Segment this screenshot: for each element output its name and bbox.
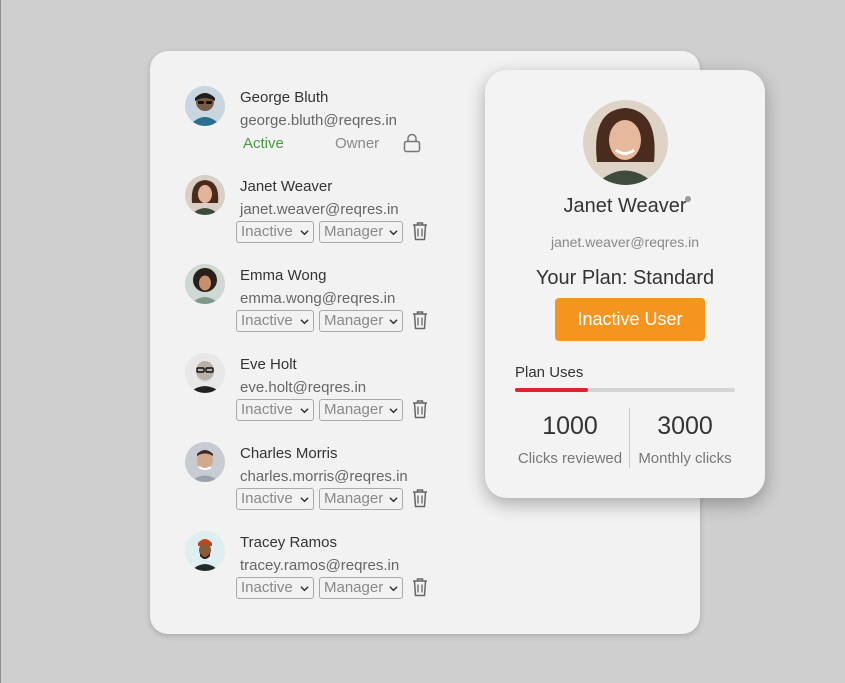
user-row: Tracey Ramos tracey.ramos@reqres.in Inac… (185, 531, 485, 611)
role-select[interactable]: Manager (319, 577, 403, 599)
status-select[interactable]: Inactive (236, 221, 314, 243)
chevron-down-icon (300, 230, 309, 236)
plan-uses-label: Plan Uses (515, 364, 584, 381)
chevron-down-icon (300, 319, 309, 325)
user-email: tracey.ramos@reqres.in (240, 557, 400, 574)
user-email: janet.weaver@reqres.in (240, 201, 399, 218)
user-name: Tracey Ramos (240, 534, 337, 551)
monthly-clicks-label: Monthly clicks (638, 450, 732, 467)
user-row: Charles Morris charles.morris@reqres.in … (185, 442, 485, 522)
role-select[interactable]: Manager (319, 488, 403, 510)
online-status-dot (685, 196, 691, 202)
role-select[interactable]: Manager (319, 399, 403, 421)
role-select[interactable]: Manager (319, 221, 403, 243)
user-email: eve.holt@reqres.in (240, 379, 367, 396)
chevron-down-icon (389, 230, 398, 236)
user-email: charles.morris@reqres.in (240, 468, 408, 485)
plan-uses-progress-fill (515, 388, 588, 392)
status-select[interactable]: Inactive (236, 399, 314, 421)
user-email: george.bluth@reqres.in (240, 112, 397, 129)
user-row: Eve Holt eve.holt@reqres.in Inactive Man… (185, 353, 485, 433)
trash-icon[interactable] (411, 488, 429, 508)
avatar[interactable] (185, 442, 225, 482)
profile-avatar (583, 100, 668, 185)
user-name: Janet Weaver (240, 178, 333, 195)
user-row: George Bluth george.bluth@reqres.in Acti… (185, 86, 485, 166)
profile-email: janet.weaver@reqres.in (550, 234, 700, 250)
trash-icon[interactable] (411, 577, 429, 597)
user-row: Emma Wong emma.wong@reqres.in Inactive M… (185, 264, 485, 344)
plan-uses-progress (515, 388, 735, 392)
user-name: Eve Holt (240, 356, 297, 373)
profile-card: Janet Weaver janet.weaver@reqres.in Your… (485, 70, 765, 498)
clicks-reviewed-value: 1000 (542, 412, 598, 440)
avatar[interactable] (185, 264, 225, 304)
profile-name: Janet Weaver (563, 195, 687, 217)
user-email: emma.wong@reqres.in (240, 290, 396, 307)
trash-icon[interactable] (411, 399, 429, 419)
avatar[interactable] (185, 175, 225, 215)
status-select[interactable]: Inactive (236, 488, 314, 510)
status-badge: Active (243, 135, 284, 152)
chevron-down-icon (389, 586, 398, 592)
clicks-reviewed-label: Clicks reviewed (517, 450, 623, 467)
chevron-down-icon (389, 497, 398, 503)
user-row: Janet Weaver janet.weaver@reqres.in Inac… (185, 175, 485, 255)
chevron-down-icon (389, 319, 398, 325)
status-select[interactable]: Inactive (236, 310, 314, 332)
role-label: Owner (335, 135, 380, 152)
avatar[interactable] (185, 531, 225, 571)
chevron-down-icon (300, 497, 309, 503)
monthly-clicks-value: 3000 (657, 412, 713, 440)
user-name: George Bluth (240, 89, 329, 106)
chevron-down-icon (300, 586, 309, 592)
chevron-down-icon (300, 408, 309, 414)
lock-icon (403, 133, 421, 153)
avatar[interactable] (185, 86, 225, 126)
inactive-user-button[interactable]: Inactive User (555, 298, 705, 341)
user-name: Emma Wong (240, 267, 327, 284)
trash-icon[interactable] (411, 221, 429, 241)
plan-title: Your Plan: Standard (535, 267, 715, 289)
role-select[interactable]: Manager (319, 310, 403, 332)
user-name: Charles Morris (240, 445, 338, 462)
status-select[interactable]: Inactive (236, 577, 314, 599)
trash-icon[interactable] (411, 310, 429, 330)
window-edge (0, 0, 1, 683)
avatar[interactable] (185, 353, 225, 393)
chevron-down-icon (389, 408, 398, 414)
